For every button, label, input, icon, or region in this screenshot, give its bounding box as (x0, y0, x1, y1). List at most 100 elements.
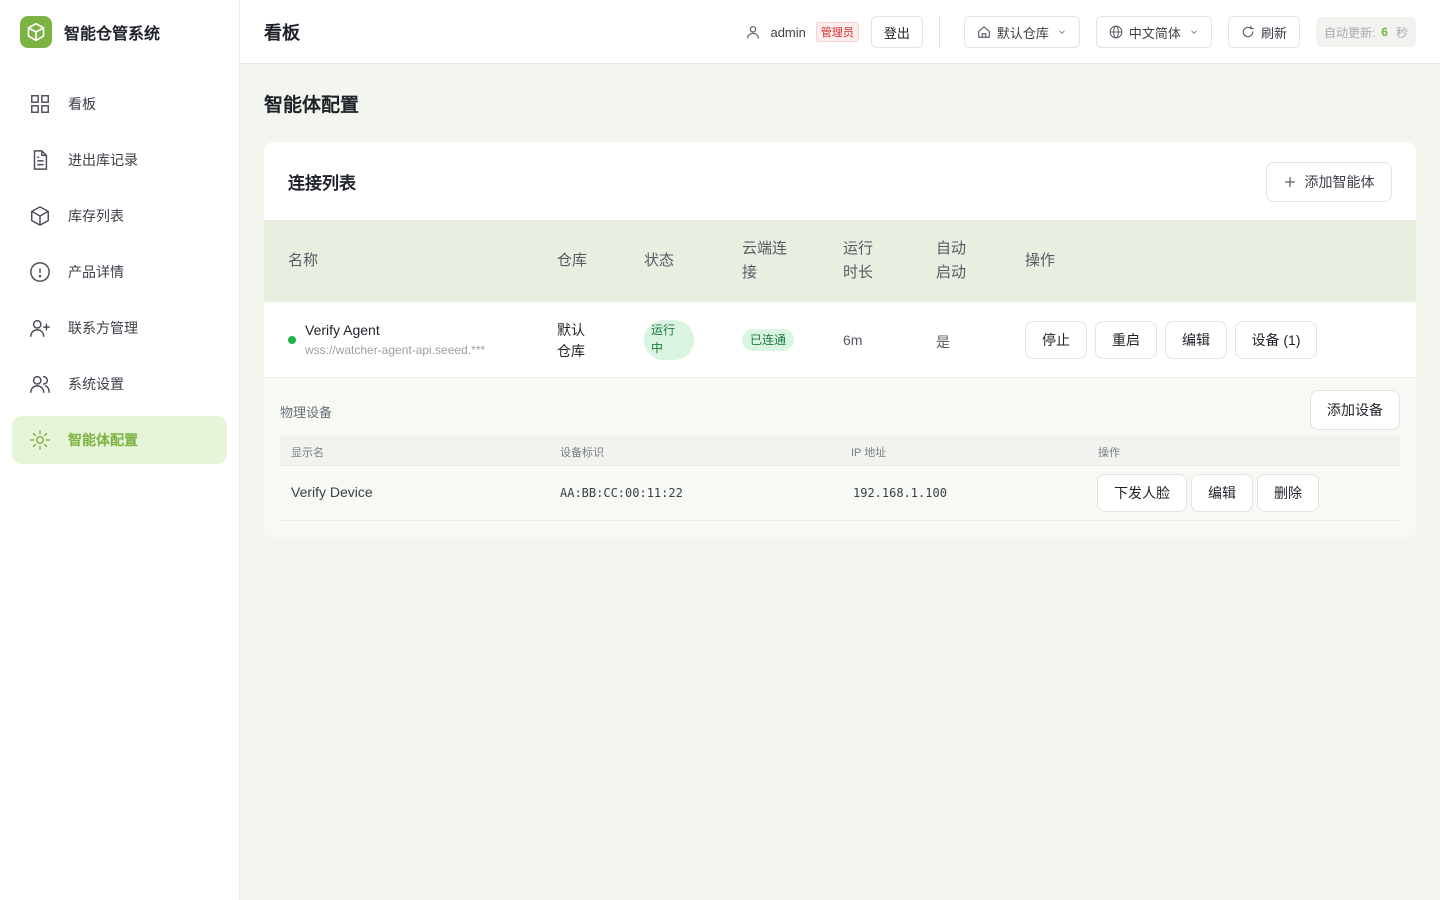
table-header: 名称 仓库 状态 云端连 接 运行 时长 自动 启动 操作 (264, 220, 1416, 302)
top-header: 看板 admin 管理员 登出 默认仓库 中文简体 刷新 自动更新: 6 秒 (240, 0, 1440, 64)
sidebar-item-label: 库存列表 (68, 208, 124, 224)
edit-device-button[interactable]: 编辑 (1191, 474, 1253, 512)
edit-device-label: 编辑 (1208, 485, 1236, 501)
col-autostart-line1: 自动 (936, 240, 967, 257)
chevron-down-icon (1057, 27, 1067, 37)
chevron-down-icon (1189, 27, 1199, 37)
col-device-actions: 操作 (1098, 447, 1120, 459)
auto-refresh-unit: 秒 (1395, 25, 1408, 40)
col-name: 名称 (288, 252, 319, 269)
logout-label: 登出 (883, 25, 910, 41)
language-label: 中文简体 (1128, 25, 1181, 41)
device-ip: 192.168.1.100 (853, 486, 947, 500)
sidebar-item-contacts[interactable]: 联系方管理 (12, 304, 227, 352)
header-divider (938, 16, 940, 48)
add-device-label: 添加设备 (1327, 402, 1383, 418)
sidebar-item-agent-config[interactable]: 智能体配置 (12, 416, 227, 464)
globe-icon (1109, 25, 1123, 39)
devices-label: 设备 (1) (1251, 332, 1301, 348)
warehouse-select[interactable]: 默认仓库 (963, 16, 1080, 48)
logout-button[interactable]: 登出 (870, 16, 923, 48)
col-runtime-line1: 运行 (843, 240, 874, 257)
sidebar-item-system-settings[interactable]: 系统设置 (12, 360, 227, 408)
sidebar-nav: 看板 进出库记录 库存列表 产品详情 联系方管理 系统设置 智能体配置 (0, 80, 239, 464)
agent-name: Verify Agent (305, 322, 380, 338)
agent-url: wss://watcher-agent-api.seeed.*** (305, 343, 486, 357)
agent-autostart: 是 (936, 334, 950, 350)
add-agent-button[interactable]: 添加智能体 (1266, 162, 1392, 202)
col-cloud-line2: 接 (742, 264, 758, 281)
push-face-button[interactable]: 下发人脸 (1097, 474, 1187, 512)
devices-table-header: 显示名 设备标识 IP 地址 操作 (280, 436, 1400, 466)
device-id: AA:BB:CC:00:11:22 (560, 486, 683, 500)
user-plus-icon (28, 316, 52, 340)
device-display-name: Verify Device (291, 484, 373, 500)
sun-icon (28, 428, 52, 452)
sidebar-item-dashboard[interactable]: 看板 (12, 80, 227, 128)
devices-button[interactable]: 设备 (1) (1235, 321, 1317, 359)
stop-label: 停止 (1042, 332, 1070, 348)
sidebar-item-label: 联系方管理 (68, 320, 138, 336)
restart-button[interactable]: 重启 (1095, 321, 1157, 359)
header-actions: admin 管理员 登出 默认仓库 中文简体 刷新 自动更新: 6 秒 (745, 0, 1416, 64)
status-badge-line2: 中 (651, 341, 664, 355)
online-status-dot (288, 336, 296, 344)
sidebar-item-product-detail[interactable]: 产品详情 (12, 248, 227, 296)
info-icon (28, 260, 52, 284)
agent-warehouse-line2: 仓库 (557, 343, 585, 359)
sidebar: 智能仓管系统 看板 进出库记录 库存列表 产品详情 联系方管理 系统设置 智能体… (0, 0, 240, 900)
col-display-name: 显示名 (291, 447, 324, 459)
user-info: admin 管理员 (745, 22, 859, 42)
card-title: 连接列表 (288, 173, 356, 193)
col-runtime-line2: 时长 (843, 264, 874, 281)
col-actions: 操作 (1025, 252, 1056, 269)
sidebar-item-inventory[interactable]: 库存列表 (12, 192, 227, 240)
edit-agent-button[interactable]: 编辑 (1165, 321, 1227, 359)
cube-icon (28, 204, 52, 228)
sidebar-item-label: 产品详情 (68, 264, 124, 280)
plus-icon (1284, 176, 1296, 188)
cloud-status-badge: 已连通 (742, 329, 795, 351)
auto-refresh-countdown: 6 (1381, 25, 1388, 39)
connection-list-card: 连接列表 添加智能体 名称 仓库 状态 云端连 接 运行 时长 自动 启动 操作… (264, 142, 1416, 538)
add-agent-label: 添加智能体 (1304, 174, 1375, 190)
warehouse-label: 默认仓库 (996, 25, 1049, 41)
card-header: 连接列表 添加智能体 (264, 142, 1416, 220)
physical-devices-panel: 物理设备 添加设备 显示名 设备标识 IP 地址 操作 Verify Devic… (264, 378, 1416, 538)
brand: 智能仓管系统 (0, 0, 239, 64)
agent-warehouse-line1: 默认 (557, 322, 585, 338)
add-device-button[interactable]: 添加设备 (1310, 390, 1400, 430)
role-badge: 管理员 (815, 22, 859, 42)
refresh-label: 刷新 (1260, 25, 1287, 41)
auto-refresh-prefix: 自动更新: (1323, 25, 1376, 40)
cube-icon (20, 16, 52, 48)
col-cloud-line1: 云端连 (742, 240, 788, 257)
col-status: 状态 (644, 252, 675, 269)
stop-button[interactable]: 停止 (1025, 321, 1087, 359)
push-face-label: 下发人脸 (1114, 485, 1170, 501)
language-select[interactable]: 中文简体 (1095, 16, 1212, 48)
table-row: Verify Device AA:BB:CC:00:11:22 192.168.… (280, 466, 1400, 521)
header-title: 看板 (264, 22, 300, 43)
refresh-icon (1241, 25, 1255, 39)
devices-title: 物理设备 (280, 405, 333, 420)
col-warehouse: 仓库 (557, 252, 588, 269)
agent-warehouse: 默认 仓库 (557, 320, 585, 362)
user-icon (745, 24, 761, 40)
grid-icon (28, 92, 52, 116)
auto-refresh-indicator: 自动更新: 6 秒 (1315, 17, 1416, 47)
status-badge: 运行 中 (644, 320, 694, 360)
sidebar-item-inout-records[interactable]: 进出库记录 (12, 136, 227, 184)
main-content: 智能体配置 连接列表 添加智能体 名称 仓库 状态 云端连 接 运行 时长 自动… (240, 64, 1440, 900)
edit-label: 编辑 (1182, 332, 1210, 348)
page-title: 智能体配置 (264, 95, 360, 116)
agent-runtime: 6m (843, 332, 863, 348)
sidebar-item-label: 系统设置 (68, 376, 124, 392)
col-ip: IP 地址 (851, 447, 887, 459)
users-icon (28, 372, 52, 396)
delete-device-button[interactable]: 删除 (1257, 474, 1319, 512)
sidebar-item-label: 看板 (68, 96, 96, 112)
brand-name: 智能仓管系统 (64, 26, 161, 43)
restart-label: 重启 (1112, 332, 1140, 348)
refresh-button[interactable]: 刷新 (1227, 16, 1300, 48)
